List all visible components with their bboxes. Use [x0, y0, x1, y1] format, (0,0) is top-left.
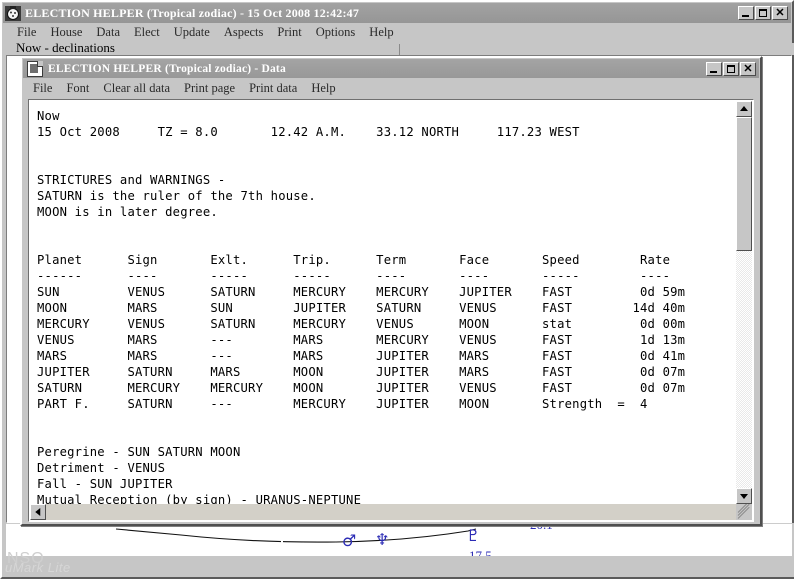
- chart-subheader: Now - declinations: [4, 40, 794, 55]
- close-button[interactable]: ✕: [772, 6, 788, 20]
- vertical-scroll-track[interactable]: [736, 117, 752, 488]
- data-window-title: ELECTION HELPER (Tropical zodiac) - Data: [48, 62, 286, 75]
- scroll-up-button[interactable]: [736, 101, 752, 117]
- main-window-title: ELECTION HELPER (Tropical zodiac) - 15 O…: [25, 5, 360, 20]
- data-maximize-button[interactable]: [723, 61, 739, 76]
- menu-house[interactable]: House: [43, 25, 89, 40]
- minimize-button[interactable]: [738, 6, 754, 20]
- neptune-symbol: ♆: [375, 530, 390, 549]
- vertical-scroll-thumb[interactable]: [736, 117, 752, 251]
- horizontal-scroll-track[interactable]: [46, 504, 736, 520]
- menu-file[interactable]: File: [10, 25, 43, 40]
- data-window-titlebar[interactable]: ELECTION HELPER (Tropical zodiac) - Data…: [23, 59, 759, 78]
- resize-grip[interactable]: [736, 504, 752, 520]
- pluto-symbol: ♇: [466, 526, 481, 545]
- scroll-down-button[interactable]: [736, 488, 752, 504]
- menu-data[interactable]: Data: [89, 25, 127, 40]
- data-menu-file[interactable]: File: [26, 81, 59, 96]
- data-menu-print-page[interactable]: Print page: [177, 81, 242, 96]
- maximize-button[interactable]: [755, 6, 771, 20]
- horizontal-scrollbar[interactable]: [30, 504, 736, 520]
- chart-subheader-label: Now - declinations: [16, 40, 115, 55]
- menu-print[interactable]: Print: [270, 25, 308, 40]
- report-text-area[interactable]: Now 15 Oct 2008 TZ = 8.0 12.42 A.M. 33.1…: [29, 100, 736, 504]
- menu-help[interactable]: Help: [362, 25, 400, 40]
- data-window: ELECTION HELPER (Tropical zodiac) - Data…: [20, 56, 762, 526]
- report-pane: Now 15 Oct 2008 TZ = 8.0 12.42 A.M. 33.1…: [28, 99, 754, 522]
- menu-update[interactable]: Update: [167, 25, 217, 40]
- watermark-line1: NSO: [7, 550, 45, 567]
- declination-chart-strip[interactable]: ♂ 14.0 ♆ 14.7 ♇ 17.5 20.1: [6, 523, 792, 556]
- report-text: Now 15 Oct 2008 TZ = 8.0 12.42 A.M. 33.1…: [37, 109, 686, 504]
- data-menu-font[interactable]: Font: [59, 81, 96, 96]
- data-window-controls: ✕: [706, 61, 757, 76]
- main-titlebar[interactable]: ELECTION HELPER (Tropical zodiac) - 15 O…: [3, 3, 791, 23]
- main-menubar: File House Data Elect Update Aspects Pri…: [2, 23, 792, 42]
- data-minimize-button[interactable]: [706, 61, 722, 76]
- mars-value: 14.0: [331, 554, 354, 556]
- pluto-value: 17.5: [469, 548, 492, 556]
- data-menubar: File Font Clear all data Print page Prin…: [22, 78, 760, 98]
- menu-elect[interactable]: Elect: [127, 25, 167, 40]
- mars-symbol: ♂: [342, 531, 357, 550]
- document-icon: [27, 60, 43, 77]
- data-menu-help[interactable]: Help: [304, 81, 342, 96]
- data-close-button[interactable]: ✕: [740, 61, 756, 76]
- watermark: NSO uMark Lite: [5, 550, 71, 575]
- menu-aspects[interactable]: Aspects: [217, 25, 271, 40]
- menu-options[interactable]: Options: [309, 25, 363, 40]
- subheader-divider: [399, 44, 400, 55]
- scroll-left-button[interactable]: [30, 504, 46, 520]
- app-zodiac-icon: [5, 5, 21, 21]
- main-window-controls: ✕: [738, 6, 789, 20]
- vertical-scrollbar[interactable]: [736, 101, 752, 504]
- application-window: ELECTION HELPER (Tropical zodiac) - 15 O…: [0, 0, 794, 579]
- data-menu-print-data[interactable]: Print data: [242, 81, 304, 96]
- data-menu-clear-all-data[interactable]: Clear all data: [96, 81, 177, 96]
